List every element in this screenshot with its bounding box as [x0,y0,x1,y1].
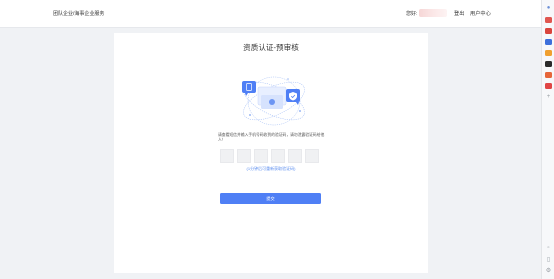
top-header: 团队企业/海事企业服务 您好: 登出 用户中心 [0,0,541,28]
verification-illustration [242,76,305,126]
code-digit-1[interactable] [220,149,234,163]
calendar-icon[interactable] [545,50,552,56]
grid-icon[interactable]: ▫ [545,245,552,251]
submit-button[interactable]: 提交 [220,193,321,204]
code-inputs [220,149,319,163]
settings-icon[interactable]: ⚙ [545,268,552,274]
code-digit-6[interactable] [305,149,319,163]
code-digit-2[interactable] [237,149,251,163]
code-digit-3[interactable] [254,149,268,163]
logout-link[interactable]: 登出 [454,10,464,17]
panel-icon[interactable]: ▯ [545,257,552,263]
page-title: 资质认证-预审核 [243,43,299,52]
account-greeting: 您好: [406,11,418,17]
account-name-redacted [419,9,447,17]
resend-code-link[interactable]: (1分钟后可重新获取验证码) [114,166,428,172]
bell-icon[interactable]: ● [545,5,552,11]
mail-icon[interactable] [545,28,552,34]
plus-icon[interactable]: + [545,94,552,100]
app-icon[interactable] [545,17,552,23]
site-title[interactable]: 团队企业/海事企业服务 [53,10,104,17]
browser-side-rail: ● + ▫ ▯ ⚙ [541,0,554,279]
user-center-link[interactable]: 用户中心 [470,10,491,17]
code-digit-5[interactable] [288,149,302,163]
app-icon[interactable] [545,72,552,78]
tool-icon[interactable] [545,61,552,67]
app-icon[interactable] [545,83,552,89]
verification-hint: 请查看短信并输入手机号码收到的验证码，请勿泄露验证码给他人！ [218,133,325,142]
image-icon[interactable] [545,39,552,45]
verification-card: 资质认证-预审核 请查看短信并输入手机号码收到的验证码，请勿泄露验证码给他人！ … [114,33,428,273]
code-digit-4[interactable] [271,149,285,163]
